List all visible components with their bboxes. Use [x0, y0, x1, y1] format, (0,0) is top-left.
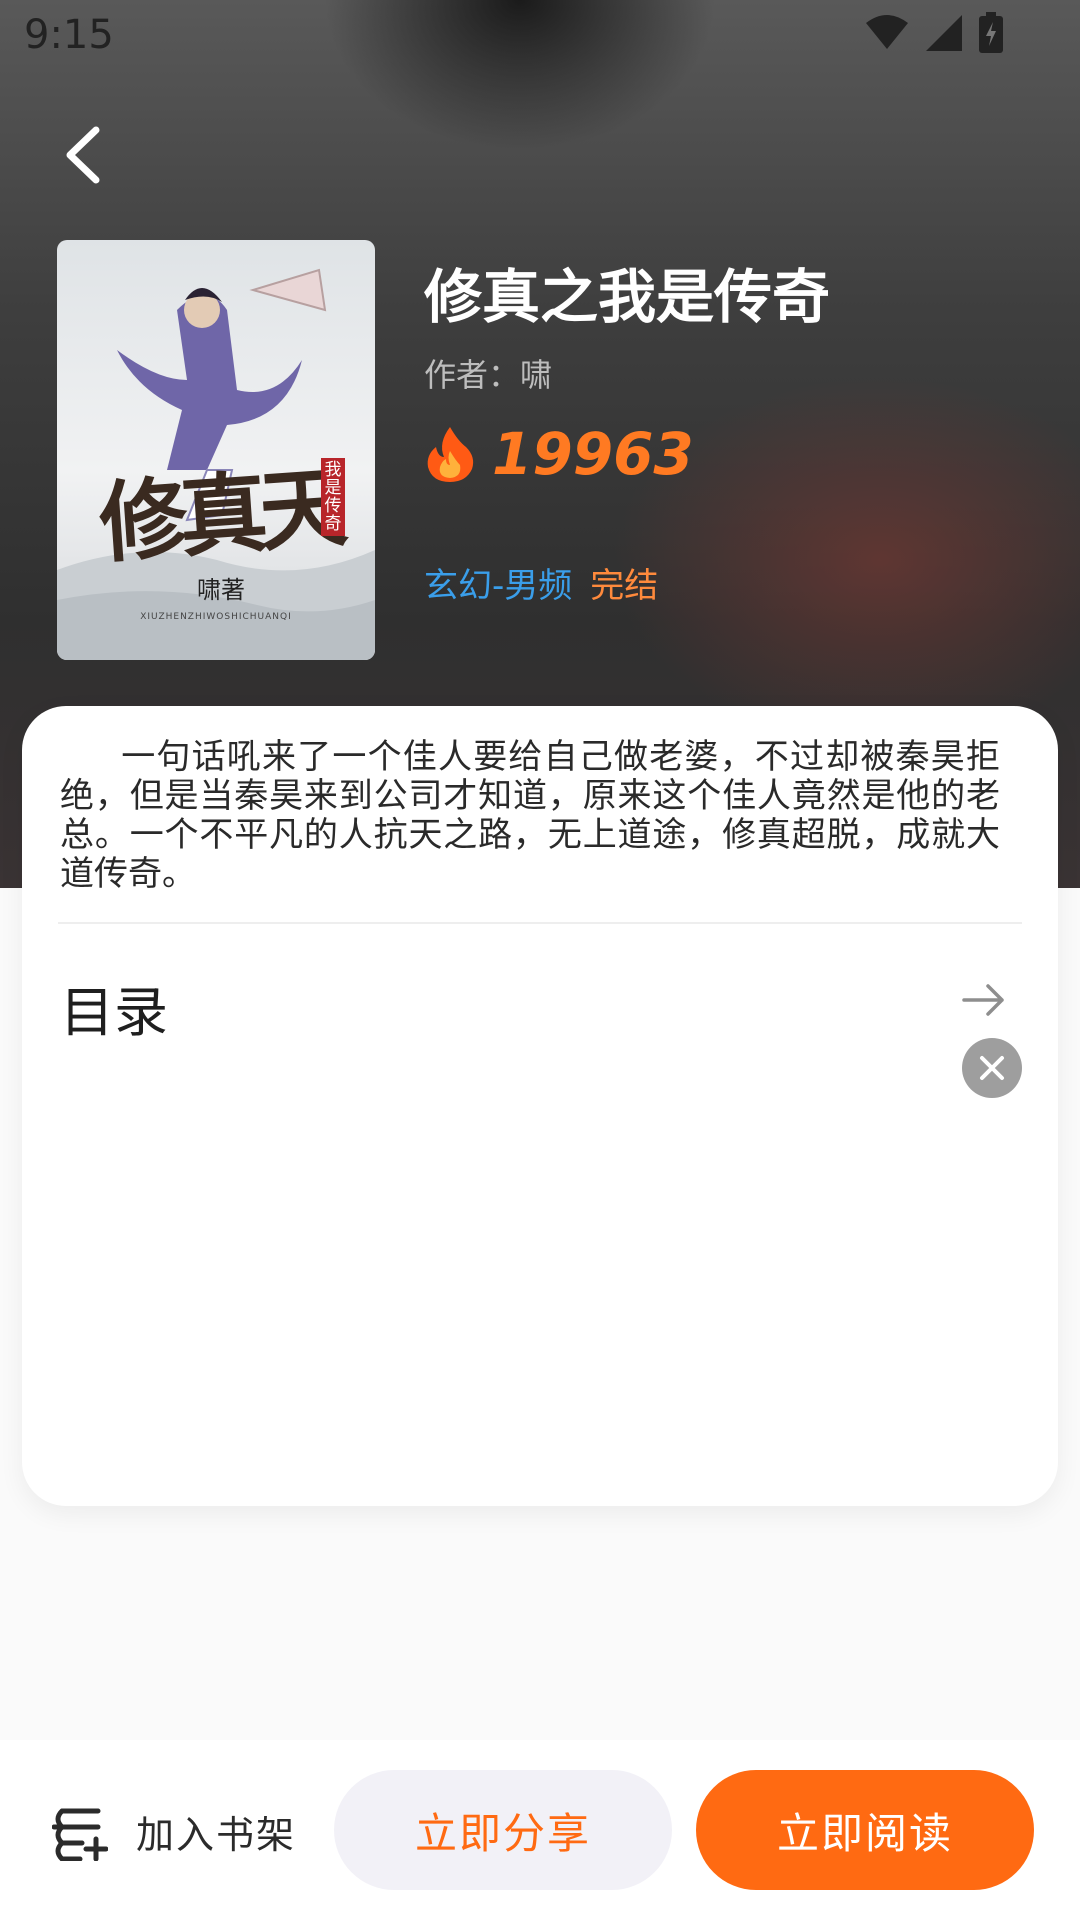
arrow-right-icon	[962, 984, 1004, 1016]
add-to-shelf-button[interactable]: 加入书架	[52, 1796, 296, 1866]
popularity: 19963	[424, 420, 694, 488]
back-button[interactable]	[50, 120, 120, 190]
author-name: 啸	[520, 356, 553, 394]
book-title: 修真之我是传奇	[424, 263, 831, 331]
add-to-shelf-icon	[52, 1808, 108, 1861]
book-tags: 玄幻-男频 完结	[424, 558, 658, 607]
category-tag[interactable]: 玄幻-男频	[424, 558, 572, 607]
popularity-value: 19963	[492, 420, 694, 488]
wifi-icon	[866, 15, 908, 49]
toc-button[interactable]	[960, 978, 1008, 1022]
cover-pinyin-art: XIUZHENZHIWOSHICHUANQI	[140, 612, 292, 622]
read-now-button[interactable]: 立即阅读	[696, 1770, 1034, 1890]
battery-charging-icon	[979, 12, 1003, 53]
chevron-left-icon	[66, 126, 100, 184]
close-icon	[980, 1056, 1004, 1080]
divider	[58, 922, 1022, 924]
status-bar: 9:15	[0, 0, 1080, 72]
add-to-shelf-label: 加入书架	[136, 1812, 297, 1857]
author-label: 作者：	[424, 356, 521, 394]
book-cover[interactable]: 修真天 我是传奇 啸著 XIUZHENZHIWOSHICHUANQI	[57, 240, 375, 660]
share-button[interactable]: 立即分享	[334, 1770, 672, 1890]
toc-label[interactable]: 目录	[60, 968, 168, 1047]
cover-subtitle-art: 我是传奇	[321, 458, 345, 536]
fire-icon	[427, 427, 474, 482]
book-intro: 一句话吼来了一个佳人要给自己做老婆，不过却被秦昊拒绝，但是当秦昊来到公司才知道，…	[60, 737, 1000, 894]
status-icons	[864, 12, 1004, 54]
cover-title-art: 修真天	[96, 454, 343, 576]
cover-author-art: 啸著	[197, 576, 245, 604]
close-button[interactable]	[962, 1038, 1022, 1098]
author-line: 作者： 啸	[424, 350, 552, 396]
status-time: 9:15	[24, 12, 114, 58]
status-tag: 完结	[590, 566, 659, 606]
signal-icon	[926, 15, 962, 51]
